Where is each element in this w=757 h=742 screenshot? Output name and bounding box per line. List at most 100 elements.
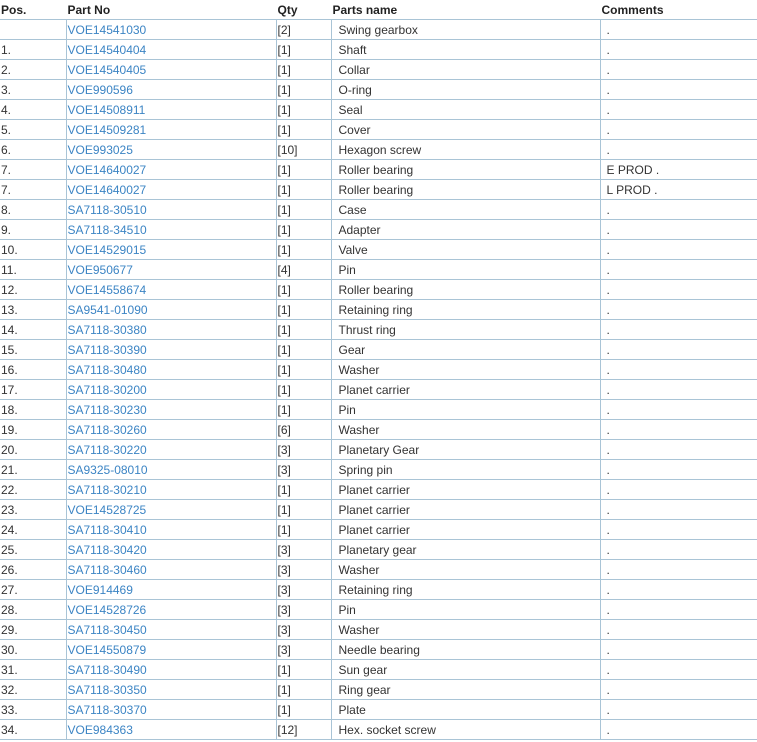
table-row: 5. VOE14509281 [1] Cover. [0,119,757,140]
qty-cell: [1] [275,399,331,420]
part-no-link[interactable]: SA7118-30390 [68,343,147,357]
parts-name-cell: Roller bearing [330,159,600,180]
part-no-link[interactable]: VOE14640027 [68,163,147,177]
part-no-link[interactable]: VOE14508911 [68,103,146,117]
table-row: 25. SA7118-30420 [3] Planetary gear. [0,539,757,560]
part-no-link[interactable]: VOE914469 [68,583,133,597]
part-no-link[interactable]: VOE14540404 [68,43,147,57]
qty-cell: [3] [275,439,331,460]
parts-name-cell: Pin [330,259,600,280]
table-row: 17. SA7118-30200 [1] Planet carrier. [0,379,757,400]
part-no-link[interactable]: VOE950677 [68,263,133,277]
qty-cell: [1] [275,679,331,700]
header-qty: Qty [276,0,332,20]
part-no-link[interactable]: SA7118-30370 [68,703,147,717]
comment-cell: . [599,139,757,160]
part-no-link[interactable]: SA7118-30480 [68,363,147,377]
part-no-cell: VOE14558674 [65,279,276,300]
table-row: 18. SA7118-30230 [1] Pin. [0,399,757,420]
comment-cell: . [599,359,757,380]
part-no-link[interactable]: SA7118-30380 [68,323,147,337]
qty-cell: [3] [275,559,331,580]
comment-cell: . [599,499,757,520]
table-row: 8. SA7118-30510 [1] Case. [0,199,757,220]
part-no-cell: SA7118-30200 [65,379,276,400]
part-no-link[interactable]: VOE14528725 [68,503,147,517]
part-no-cell: VOE14540404 [65,39,276,60]
qty-cell: [1] [275,219,331,240]
comment-cell: . [599,459,757,480]
qty-cell: [2] [275,19,331,40]
part-no-link[interactable]: VOE14529015 [68,243,147,257]
parts-table: Pos. Part No Qty Parts name Comments VOE… [0,0,757,740]
position-cell: 12. [0,279,66,300]
qty-cell: [1] [275,199,331,220]
position-cell: 29. [0,619,66,640]
part-no-link[interactable]: VOE993025 [68,143,133,157]
header-part-no: Part No [66,0,277,20]
qty-cell: [1] [275,479,331,500]
comment-cell: . [599,479,757,500]
position-cell: 11. [0,259,66,280]
part-no-link[interactable]: SA7118-34510 [68,223,147,237]
position-cell: 18. [0,399,66,420]
part-no-cell: SA7118-30260 [65,419,276,440]
part-no-link[interactable]: SA7118-30410 [68,523,147,537]
part-no-link[interactable]: SA7118-30460 [68,563,147,577]
part-no-link[interactable]: SA7118-30210 [68,483,147,497]
part-no-cell: VOE14640027 [65,159,276,180]
parts-name-cell: Adapter [330,219,600,240]
part-no-link[interactable]: VOE990596 [68,83,133,97]
part-no-link[interactable]: VOE984363 [68,723,133,737]
comment-cell: . [599,339,757,360]
part-no-link[interactable]: SA7118-30200 [68,383,147,397]
part-no-cell: SA7118-30410 [65,519,276,540]
qty-cell: [1] [275,319,331,340]
table-row: 4. VOE14508911 [1] Seal. [0,99,757,120]
parts-name-cell: Washer [330,419,600,440]
parts-name-cell: Washer [330,619,600,640]
part-no-link[interactable]: SA9541-01090 [68,303,148,317]
table-row: 20. SA7118-30220 [3] Planetary Gear. [0,439,757,460]
parts-name-cell: Washer [330,359,600,380]
header-row: Pos. Part No Qty Parts name Comments [0,0,757,20]
parts-name-cell: Planet carrier [330,479,600,500]
table-row: 15. SA7118-30390 [1] Gear. [0,339,757,360]
part-no-link[interactable]: VOE14550879 [68,643,147,657]
part-no-link[interactable]: VOE14509281 [68,123,147,137]
table-row: 30. VOE14550879 [3] Needle bearing. [0,639,757,660]
table-row: 10. VOE14529015 [1] Valve. [0,239,757,260]
part-no-link[interactable]: VOE14541030 [68,23,147,37]
table-row: 28. VOE14528726 [3] Pin. [0,599,757,620]
table-row: 31. SA7118-30490 [1] Sun gear. [0,659,757,680]
parts-name-cell: Hexagon screw [330,139,600,160]
part-no-link[interactable]: SA7118-30350 [68,683,147,697]
qty-cell: [1] [275,339,331,360]
part-no-link[interactable]: SA7118-30230 [68,403,147,417]
part-no-link[interactable]: SA7118-30490 [68,663,147,677]
table-row: 9. SA7118-34510 [1] Adapter. [0,219,757,240]
table-row: 24. SA7118-30410 [1] Planet carrier. [0,519,757,540]
comment-cell: . [599,539,757,560]
part-no-cell: SA7118-30510 [65,199,276,220]
part-no-link[interactable]: VOE14540405 [68,63,147,77]
table-row: 2. VOE14540405 [1] Collar. [0,59,757,80]
parts-name-cell: Roller bearing [330,279,600,300]
comment-cell: . [599,79,757,100]
part-no-link[interactable]: SA7118-30220 [68,443,147,457]
position-cell: 14. [0,319,66,340]
part-no-link[interactable]: VOE14528726 [68,603,147,617]
part-no-cell: SA7118-30390 [65,339,276,360]
part-no-link[interactable]: SA7118-30450 [68,623,147,637]
qty-cell: [4] [275,259,331,280]
parts-name-cell: Roller bearing [330,179,600,200]
part-no-link[interactable]: SA7118-30260 [68,423,147,437]
part-no-link[interactable]: VOE14640027 [68,183,147,197]
qty-cell: [10] [275,139,331,160]
table-row: 6. VOE993025 [10] Hexagon screw. [0,139,757,160]
part-no-link[interactable]: VOE14558674 [68,283,147,297]
part-no-link[interactable]: SA7118-30510 [68,203,147,217]
part-no-link[interactable]: SA9325-08010 [68,463,148,477]
part-no-cell: VOE14540405 [65,59,276,80]
part-no-link[interactable]: SA7118-30420 [68,543,147,557]
